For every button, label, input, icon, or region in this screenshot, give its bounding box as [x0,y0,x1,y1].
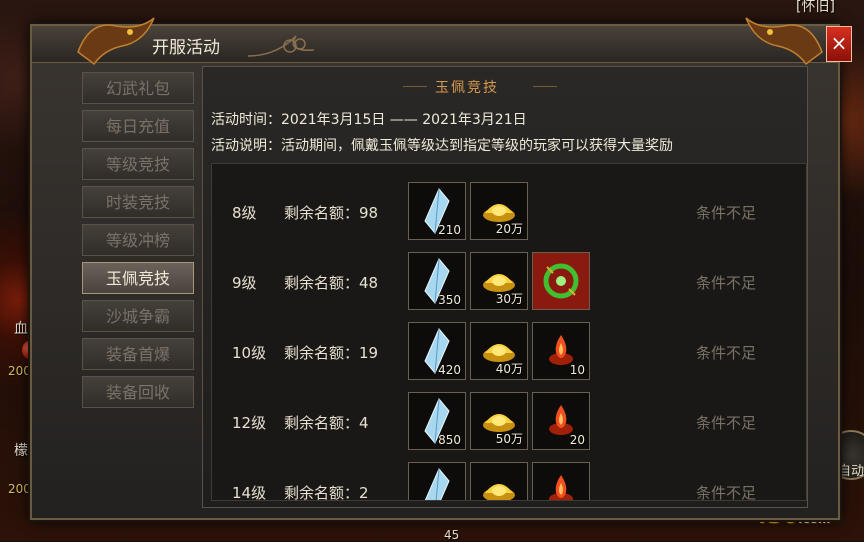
reward-quantity: 20万 [495,222,523,236]
reward-slot[interactable]: 50万 [470,392,528,450]
tab-castle-war[interactable]: 沙城争霸 [82,300,194,332]
activity-content-panel: 玉佩竞技 活动时间：2021年3月15日 —— 2021年3月21日 活动说明：… [202,66,808,508]
auto-button-label: 自动 [838,464,864,479]
reward-slot[interactable]: 210 [408,182,466,240]
condition-status: 条件不足 [696,414,757,432]
condition-status: 条件不足 [696,274,757,292]
reward-level: 8级 [232,204,257,222]
activity-tab-list: 幻武礼包 每日充值 等级竞技 时装竞技 等级冲榜 玉佩竞技 沙城争霸 装备首爆 … [80,72,200,492]
reward-list[interactable]: 8级 剩余名额：98 210 20万 条件不足 9级 剩余名额：48 350 30万 条件不足 10… [211,163,807,501]
activity-window: 开服活动 幻武礼包 每日充值 等级竞技 时装竞技 等级冲榜 玉佩竞技 沙城争霸 … [30,17,840,520]
reward-quantity: 420 [438,363,461,377]
reward-quantity: 850 [438,433,461,447]
tab-level-contest[interactable]: 等级竞技 [82,148,194,180]
reward-slot[interactable]: 20万 [470,182,528,240]
reward-quantity: 10 [569,363,585,377]
reward-slot[interactable] [532,462,590,500]
condition-status: 条件不足 [696,204,757,222]
reward-quantity: 40万 [495,362,523,376]
tab-equip-recycle[interactable]: 装备回收 [82,376,194,408]
remaining-quota: 剩余名额：4 [284,414,369,432]
tab-huanwu-gift[interactable]: 幻武礼包 [82,72,194,104]
section-title: 玉佩竞技 [435,80,499,96]
activity-time: 活动时间：2021年3月15日 —— 2021年3月21日 [211,112,527,128]
reward-quantity: 210 [438,223,461,237]
reward-slot[interactable]: 30万 [470,252,528,310]
close-button[interactable]: × [826,26,852,62]
reward-slot[interactable]: 20 [532,392,590,450]
reward-quantity: 350 [438,293,461,307]
reward-quantity: 20 [569,433,585,447]
tab-daily-recharge[interactable]: 每日充值 [82,110,194,142]
remaining-quota: 剩余名额：98 [284,204,379,222]
reward-slot[interactable]: 350 [408,252,466,310]
activity-description: 活动说明：活动期间，佩戴玉佩等级达到指定等级的玩家可以获得大量奖励 [211,138,673,154]
reward-level: 12级 [232,414,267,432]
title-divider-right [533,86,557,87]
reward-slot[interactable]: 420 [408,322,466,380]
reward-level: 10级 [232,344,267,362]
remaining-quota: 剩余名额：2 [284,484,369,501]
condition-status: 条件不足 [696,344,757,362]
remaining-quota: 剩余名额：48 [284,274,379,292]
tab-jade-contest[interactable]: 玉佩竞技 [82,262,194,294]
reward-row: 12级 剩余名额：4 850 50万 20 条件不足 [212,390,806,454]
title-divider-left [403,86,427,87]
reward-slot[interactable] [408,462,466,500]
tab-fashion-contest[interactable]: 时装竞技 [82,186,194,218]
reward-quantity: 30万 [495,292,523,306]
window-title: 开服活动 [152,38,220,58]
title-swirl-ornament-icon [247,35,315,57]
bottom-number: 45 [444,528,460,542]
reward-row: 10级 剩余名额：19 420 40万 10 条件不足 [212,320,806,384]
tab-first-drop[interactable]: 装备首爆 [82,338,194,370]
reward-level: 9级 [232,274,257,292]
dragon-ornament-left-icon [77,17,155,66]
reward-row: 8级 剩余名额：98 210 20万 条件不足 [212,180,806,244]
dragon-ornament-right-icon [745,17,823,66]
remaining-quota: 剩余名额：19 [284,344,379,362]
reward-slot[interactable] [470,462,528,500]
reward-row: 9级 剩余名额：48 350 30万 条件不足 [212,250,806,314]
reward-row: 14级 剩余名额：2 条件不足 [212,460,806,501]
reward-level: 14级 [232,484,267,501]
reward-slot[interactable] [532,252,590,310]
reward-quantity: 50万 [495,432,523,446]
condition-status: 条件不足 [696,484,757,501]
tab-level-rush[interactable]: 等级冲榜 [82,224,194,256]
reward-slot[interactable]: 850 [408,392,466,450]
reward-slot[interactable]: 40万 [470,322,528,380]
reward-slot[interactable]: 10 [532,322,590,380]
